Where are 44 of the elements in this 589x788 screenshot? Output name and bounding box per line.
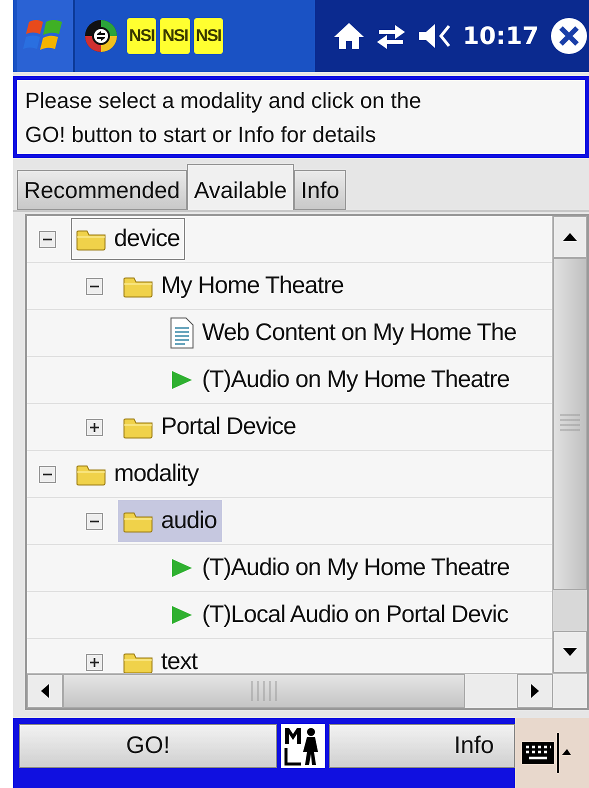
go-button[interactable]: GO! [19,724,277,768]
tree-item[interactable]: (T)Local Audio on Portal Devic [165,594,514,636]
tree-item[interactable]: modality [71,453,204,495]
figure-icon[interactable] [281,724,325,768]
sync-icon[interactable] [83,18,119,54]
caret-icon[interactable] [557,733,571,773]
tree-item[interactable]: device [71,218,185,260]
expander-icon[interactable] [39,230,56,248]
tree-item[interactable]: My Home Theatre [118,265,349,307]
tree-item[interactable]: (T)Audio on My Home Theatre [165,359,514,401]
expander-icon[interactable] [86,418,103,436]
expander-icon[interactable] [86,512,103,530]
down-arrow-icon[interactable] [562,647,578,657]
document-icon [170,317,194,349]
close-icon[interactable] [549,16,589,56]
app-icon[interactable]: NSI [160,18,190,54]
up-arrow-icon[interactable] [562,232,578,242]
tree-item[interactable]: Web Content on My Home The [165,312,522,354]
tab[interactable]: Recommended [17,170,187,210]
clock-time[interactable]: 10:17 [462,22,539,50]
play-icon [170,368,194,392]
tree-item[interactable]: audio [118,500,222,542]
right-arrow-icon[interactable] [530,683,540,699]
horizontal-scrollbar[interactable] [27,673,587,708]
tree-item[interactable]: (T)Audio on My Home Theatre [165,547,514,589]
info-button[interactable]: Info [329,724,515,768]
left-arrow-icon[interactable] [40,683,50,699]
keyboard-icon[interactable] [521,741,555,765]
expander-icon[interactable] [86,654,103,670]
home-icon[interactable] [332,21,365,51]
vertical-scrollbar[interactable] [552,216,587,673]
instruction-text-box: Please select a modality and click on the GO! button to start or Info for details [13,76,589,158]
tab[interactable]: Info [294,170,346,210]
windows-logo-icon[interactable] [17,0,75,72]
play-icon [170,556,194,580]
play-icon [170,603,194,627]
speaker-icon[interactable] [416,21,453,51]
tree-item[interactable]: text [118,641,202,673]
expander-icon[interactable] [86,278,103,294]
expander-icon[interactable] [39,466,56,482]
tab[interactable]: Available [186,164,294,210]
app-icon[interactable]: NSI [127,18,156,54]
app-icon[interactable]: NSI [194,18,224,54]
tree-item[interactable]: Portal Device [118,406,301,448]
